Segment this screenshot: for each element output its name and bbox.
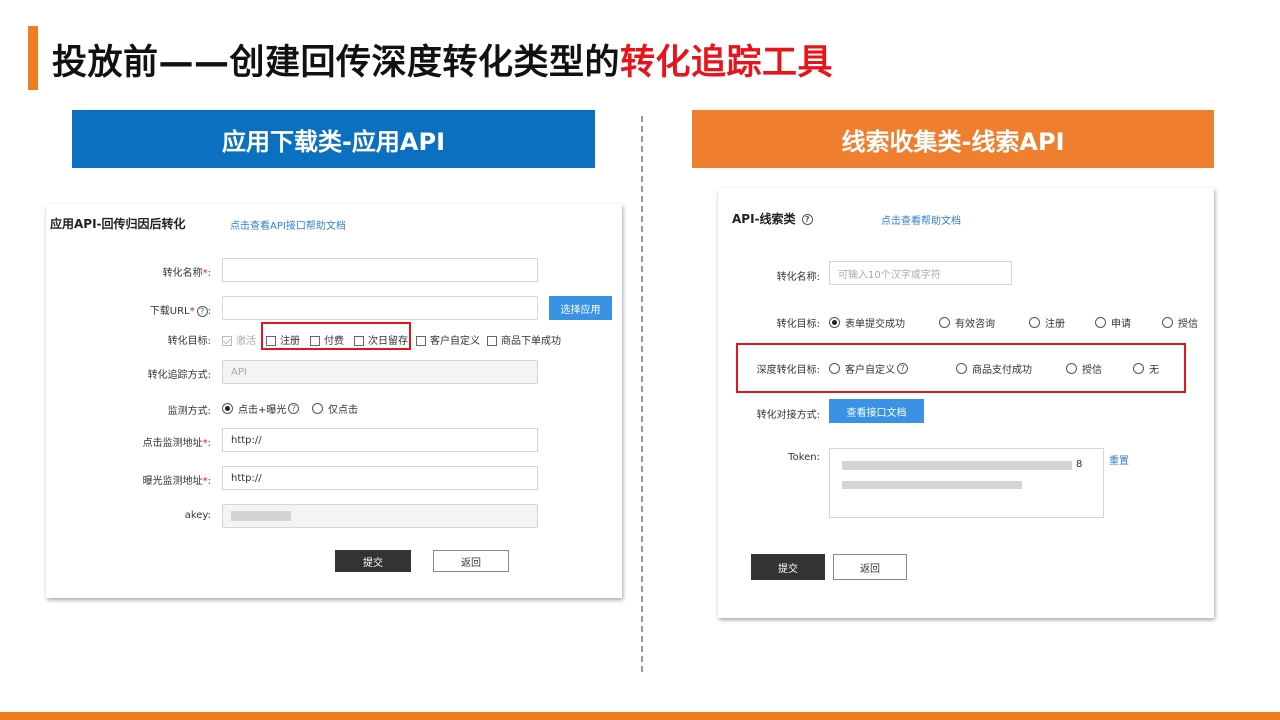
akey-field: [222, 504, 538, 528]
tracking-method-label: 转化追踪方式:: [147, 370, 211, 381]
api-help-link[interactable]: 点击查看API接口帮助文档: [230, 217, 346, 232]
app-api-panel: 应用API-回传归因后转化 点击查看API接口帮助文档 转化名称*: 下载URL…: [46, 204, 622, 598]
question-circle-icon[interactable]: ?: [196, 305, 208, 317]
conversion-target-label: 转化目标:: [776, 319, 820, 330]
deep-target-label: 深度转化目标:: [756, 365, 820, 376]
radio-icon: [1066, 363, 1077, 374]
radio-icon: [956, 363, 967, 374]
checkbox-icon: [416, 336, 426, 346]
help-doc-link[interactable]: 点击查看帮助文档: [881, 212, 961, 227]
reset-link[interactable]: 重置: [1109, 452, 1129, 467]
checkbox-icon: [487, 336, 497, 346]
token-label: Token:: [788, 452, 820, 463]
akey-label: akey:: [184, 510, 211, 521]
token-field: 8: [829, 448, 1104, 518]
submit-button[interactable]: 提交: [751, 554, 825, 580]
target-order-checkbox[interactable]: 商品下单成功: [487, 332, 561, 347]
conversion-name-input[interactable]: [222, 258, 538, 282]
target-valid-consult-radio[interactable]: 有效咨询: [939, 315, 995, 330]
center-divider: [641, 116, 643, 672]
radio-icon: [1095, 317, 1106, 328]
radio-icon: [312, 403, 323, 414]
tracking-method-field: API: [222, 360, 538, 384]
target-form-submit-radio[interactable]: 表单提交成功: [829, 315, 905, 330]
redacted-value: [842, 461, 1072, 470]
view-api-doc-button[interactable]: 查看接口文档: [829, 399, 924, 423]
submit-button[interactable]: 提交: [335, 550, 411, 572]
token-tail: 8: [1076, 459, 1083, 470]
question-circle-icon[interactable]: ?: [801, 214, 813, 225]
target-credit-radio[interactable]: 授信: [1162, 315, 1198, 330]
page-title: 投放前——创建回传深度转化类型的转化追踪工具: [52, 34, 833, 85]
right-banner: 线索收集类-线索API: [692, 110, 1214, 168]
bottom-accent-bar: [0, 712, 1280, 720]
click-url-label: 点击监测地址*:: [142, 438, 211, 449]
deep-target-custom-radio[interactable]: 客户自定义?: [829, 361, 908, 376]
target-register-radio[interactable]: 注册: [1029, 315, 1065, 330]
deep-target-credit-radio[interactable]: 授信: [1066, 361, 1102, 376]
monitor-click-only-radio[interactable]: 仅点击: [312, 401, 358, 416]
page-title-prefix: 投放前——创建回传深度转化类型的: [52, 43, 621, 83]
target-activate-checkbox: 激活: [222, 332, 256, 347]
connect-method-label: 转化对接方式:: [756, 410, 820, 421]
click-url-input[interactable]: http://: [222, 428, 538, 452]
deep-target-pay-radio[interactable]: 商品支付成功: [956, 361, 1032, 376]
question-circle-icon[interactable]: ?: [288, 403, 300, 414]
radio-icon: [222, 403, 233, 414]
select-app-button[interactable]: 选择应用: [549, 296, 612, 320]
download-url-label: 下载URL*?:: [149, 305, 211, 317]
radio-icon: [1029, 317, 1040, 328]
question-circle-icon[interactable]: ?: [897, 363, 908, 374]
radio-icon: [829, 363, 840, 374]
panel-title: API-线索类 ?: [732, 210, 813, 227]
target-apply-radio[interactable]: 申请: [1095, 315, 1131, 330]
highlight-box: [261, 322, 411, 350]
impression-url-label: 曝光监测地址*:: [142, 476, 211, 487]
radio-icon: [1133, 363, 1144, 374]
radio-icon: [939, 317, 950, 328]
radio-icon: [1162, 317, 1173, 328]
impression-url-input[interactable]: http://: [222, 466, 538, 490]
title-accent-bar: [28, 26, 38, 90]
radio-icon: [829, 317, 840, 328]
target-custom-checkbox[interactable]: 客户自定义: [416, 332, 480, 347]
conversion-name-label: 转化名称:: [776, 272, 820, 283]
back-button[interactable]: 返回: [433, 550, 509, 572]
redacted-value: [231, 511, 291, 521]
conversion-name-label: 转化名称*:: [162, 268, 211, 279]
lead-api-panel: API-线索类 ? 点击查看帮助文档 转化名称: 可输入10个汉字或字符 转化目…: [718, 188, 1214, 618]
conversion-target-label: 转化目标:: [167, 336, 211, 347]
panel-title: 应用API-回传归因后转化: [50, 217, 186, 231]
page-title-highlight: 转化追踪工具: [620, 43, 834, 83]
back-button[interactable]: 返回: [833, 554, 907, 580]
redacted-value: [842, 481, 1022, 489]
monitor-click-impression-radio[interactable]: 点击+曝光?: [222, 401, 300, 416]
download-url-input[interactable]: [222, 296, 538, 320]
left-banner: 应用下载类-应用API: [72, 110, 595, 168]
deep-target-none-radio[interactable]: 无: [1133, 361, 1159, 376]
conversion-name-input[interactable]: 可输入10个汉字或字符: [829, 261, 1012, 285]
monitor-method-label: 监测方式:: [167, 406, 211, 417]
checkbox-icon: [222, 336, 232, 346]
